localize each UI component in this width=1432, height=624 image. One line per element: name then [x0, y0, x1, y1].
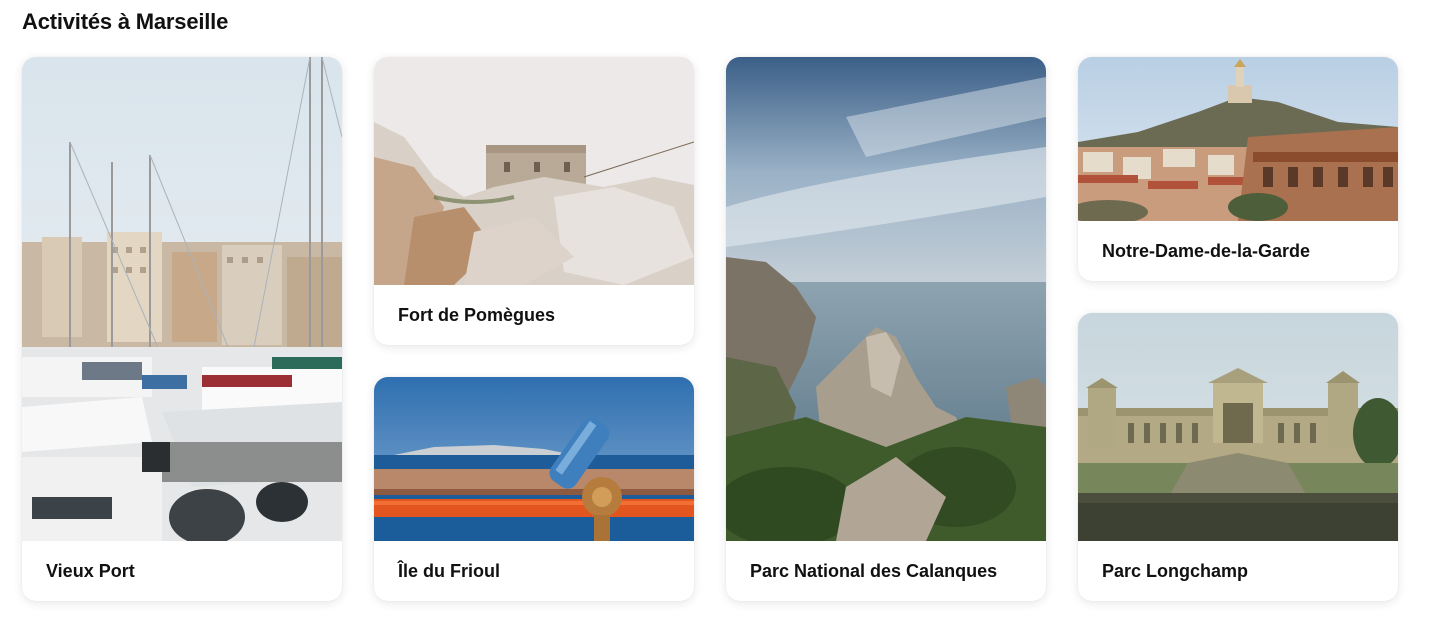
card-image-vieux-port: [22, 57, 342, 541]
card-title: Île du Frioul: [398, 561, 500, 581]
activity-card-parc-national-des-calanques[interactable]: Parc National des Calanques: [726, 57, 1046, 601]
card-image-ile-du-frioul: [374, 377, 694, 541]
card-image-notre-dame-de-la-garde: [1078, 57, 1398, 221]
page-title: Activités à Marseille: [22, 9, 229, 34]
card-image-parc-national-des-calanques: [726, 57, 1046, 541]
activity-card-notre-dame-de-la-garde[interactable]: Notre-Dame-de-la-Garde: [1078, 57, 1398, 281]
card-image-fort-de-pomegues: [374, 57, 694, 285]
activity-card-vieux-port[interactable]: Vieux Port: [22, 57, 342, 601]
card-title: Parc National des Calanques: [750, 561, 998, 581]
activity-card-parc-longchamp[interactable]: Parc Longchamp: [1078, 313, 1398, 601]
card-title: Fort de Pomègues: [398, 305, 556, 325]
card-title: Parc Longchamp: [1102, 561, 1249, 581]
card-image-parc-longchamp: [1078, 313, 1398, 541]
card-title: Vieux Port: [46, 561, 135, 581]
activity-card-ile-du-frioul[interactable]: Île du Frioul: [374, 377, 694, 601]
activity-card-fort-de-pomegues[interactable]: Fort de Pomègues: [374, 57, 694, 345]
card-title: Notre-Dame-de-la-Garde: [1102, 241, 1311, 261]
